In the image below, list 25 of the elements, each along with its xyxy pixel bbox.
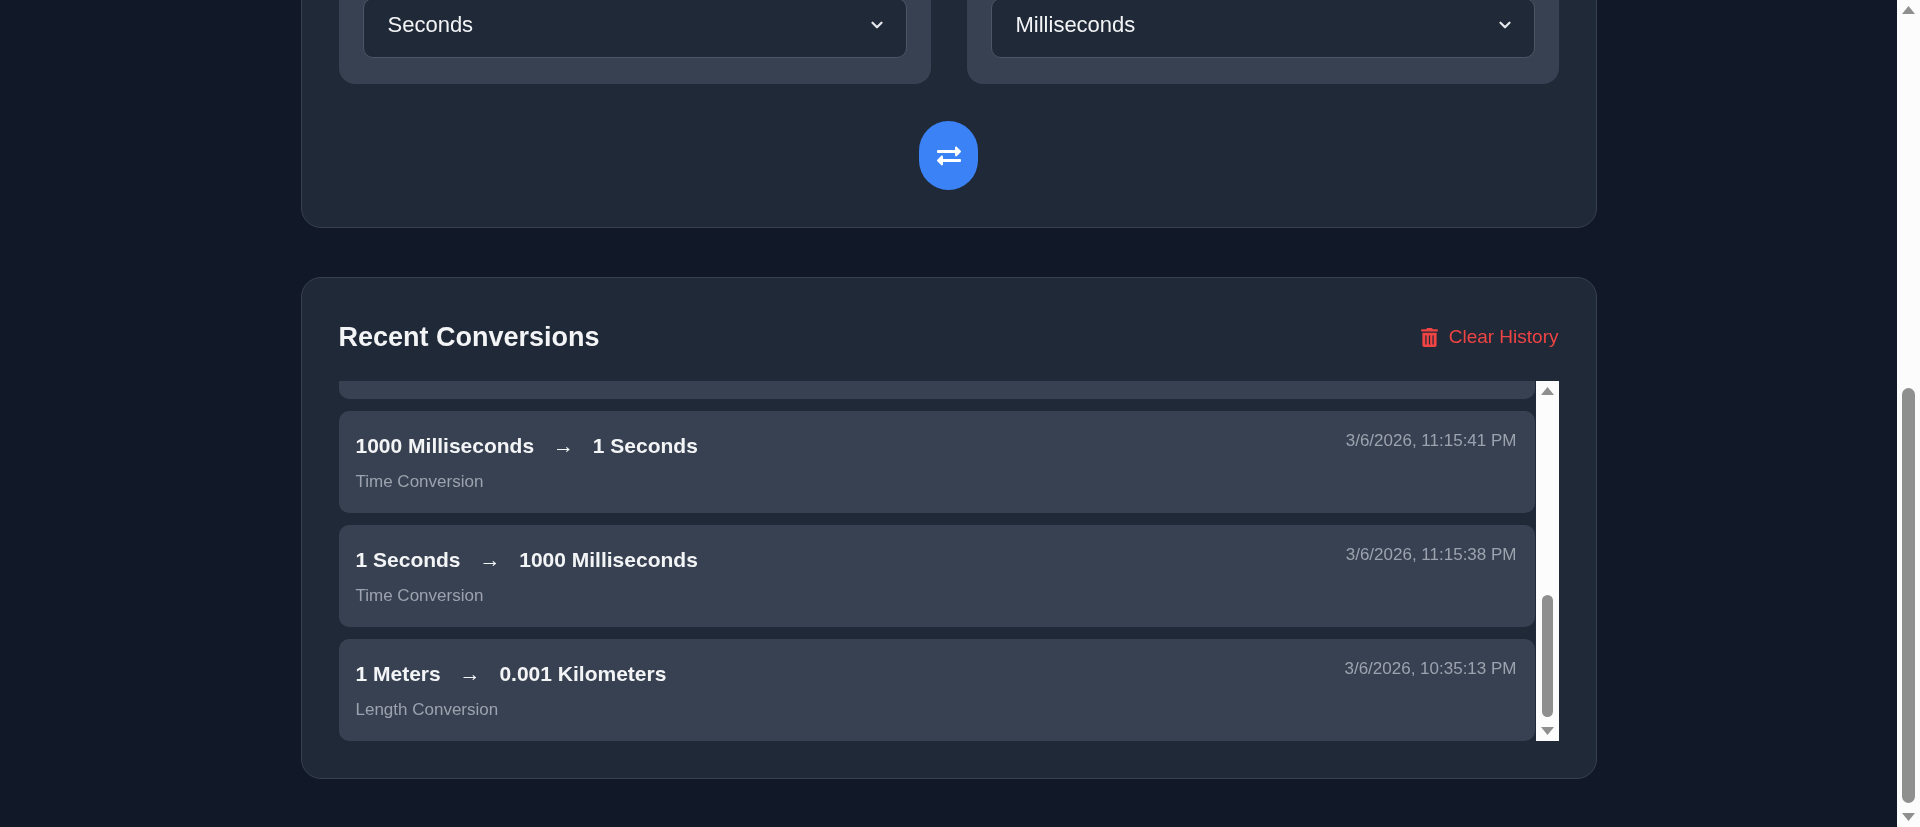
unit-select[interactable]: Seconds — [362, 0, 907, 58]
unit-select[interactable]: Milliseconds — [990, 0, 1535, 58]
timestamp: 3/6/2026, 10:35:13 PM — [1344, 659, 1517, 679]
scroll-down-icon[interactable] — [1540, 727, 1554, 735]
scroll-up-icon[interactable] — [1540, 387, 1554, 395]
section-title: Recent Conversions — [338, 321, 600, 353]
conversion-title: 1000 Milliseconds → 1 Seconds — [355, 433, 698, 459]
conversion-title: 1 Meters → 0.001 Kilometers — [355, 661, 667, 687]
history-item[interactable]: 1 Meters → 0.001 Kilometers Length Conversion 3/6/2026, 10:35:13 PM — [338, 639, 1535, 741]
conversion-type: Time Conversion — [355, 471, 485, 493]
clear-history-button[interactable]: Clear History — [1419, 326, 1559, 348]
scroll-down-icon[interactable] — [1902, 813, 1915, 821]
conversion-title: 1 Seconds → 1000 Milliseconds — [355, 547, 698, 573]
scrollbar-thumb[interactable] — [1902, 388, 1915, 803]
timestamp: 3/6/2026, 11:15:41 PM — [1345, 431, 1517, 451]
trash-icon — [1419, 327, 1439, 347]
scrollbar-thumb[interactable] — [1541, 595, 1553, 717]
history-item[interactable]: 1 Seconds → 1000 Milliseconds Time Conversion 3/6/2026, 11:15:38 PM — [338, 525, 1535, 627]
scrollbar[interactable] — [1897, 0, 1920, 827]
scroll-up-icon[interactable] — [1902, 6, 1915, 14]
scrollbar[interactable] — [1535, 381, 1559, 741]
history-item[interactable]: 1000 Milliseconds → 1 Seconds Time Conversion 3/6/2026, 11:15:41 PM — [338, 411, 1535, 513]
conversion-type: Time Conversion — [355, 585, 485, 607]
conversion-type: Length Conversion — [355, 699, 500, 721]
timestamp: 3/6/2026, 11:15:38 PM — [1345, 545, 1517, 565]
